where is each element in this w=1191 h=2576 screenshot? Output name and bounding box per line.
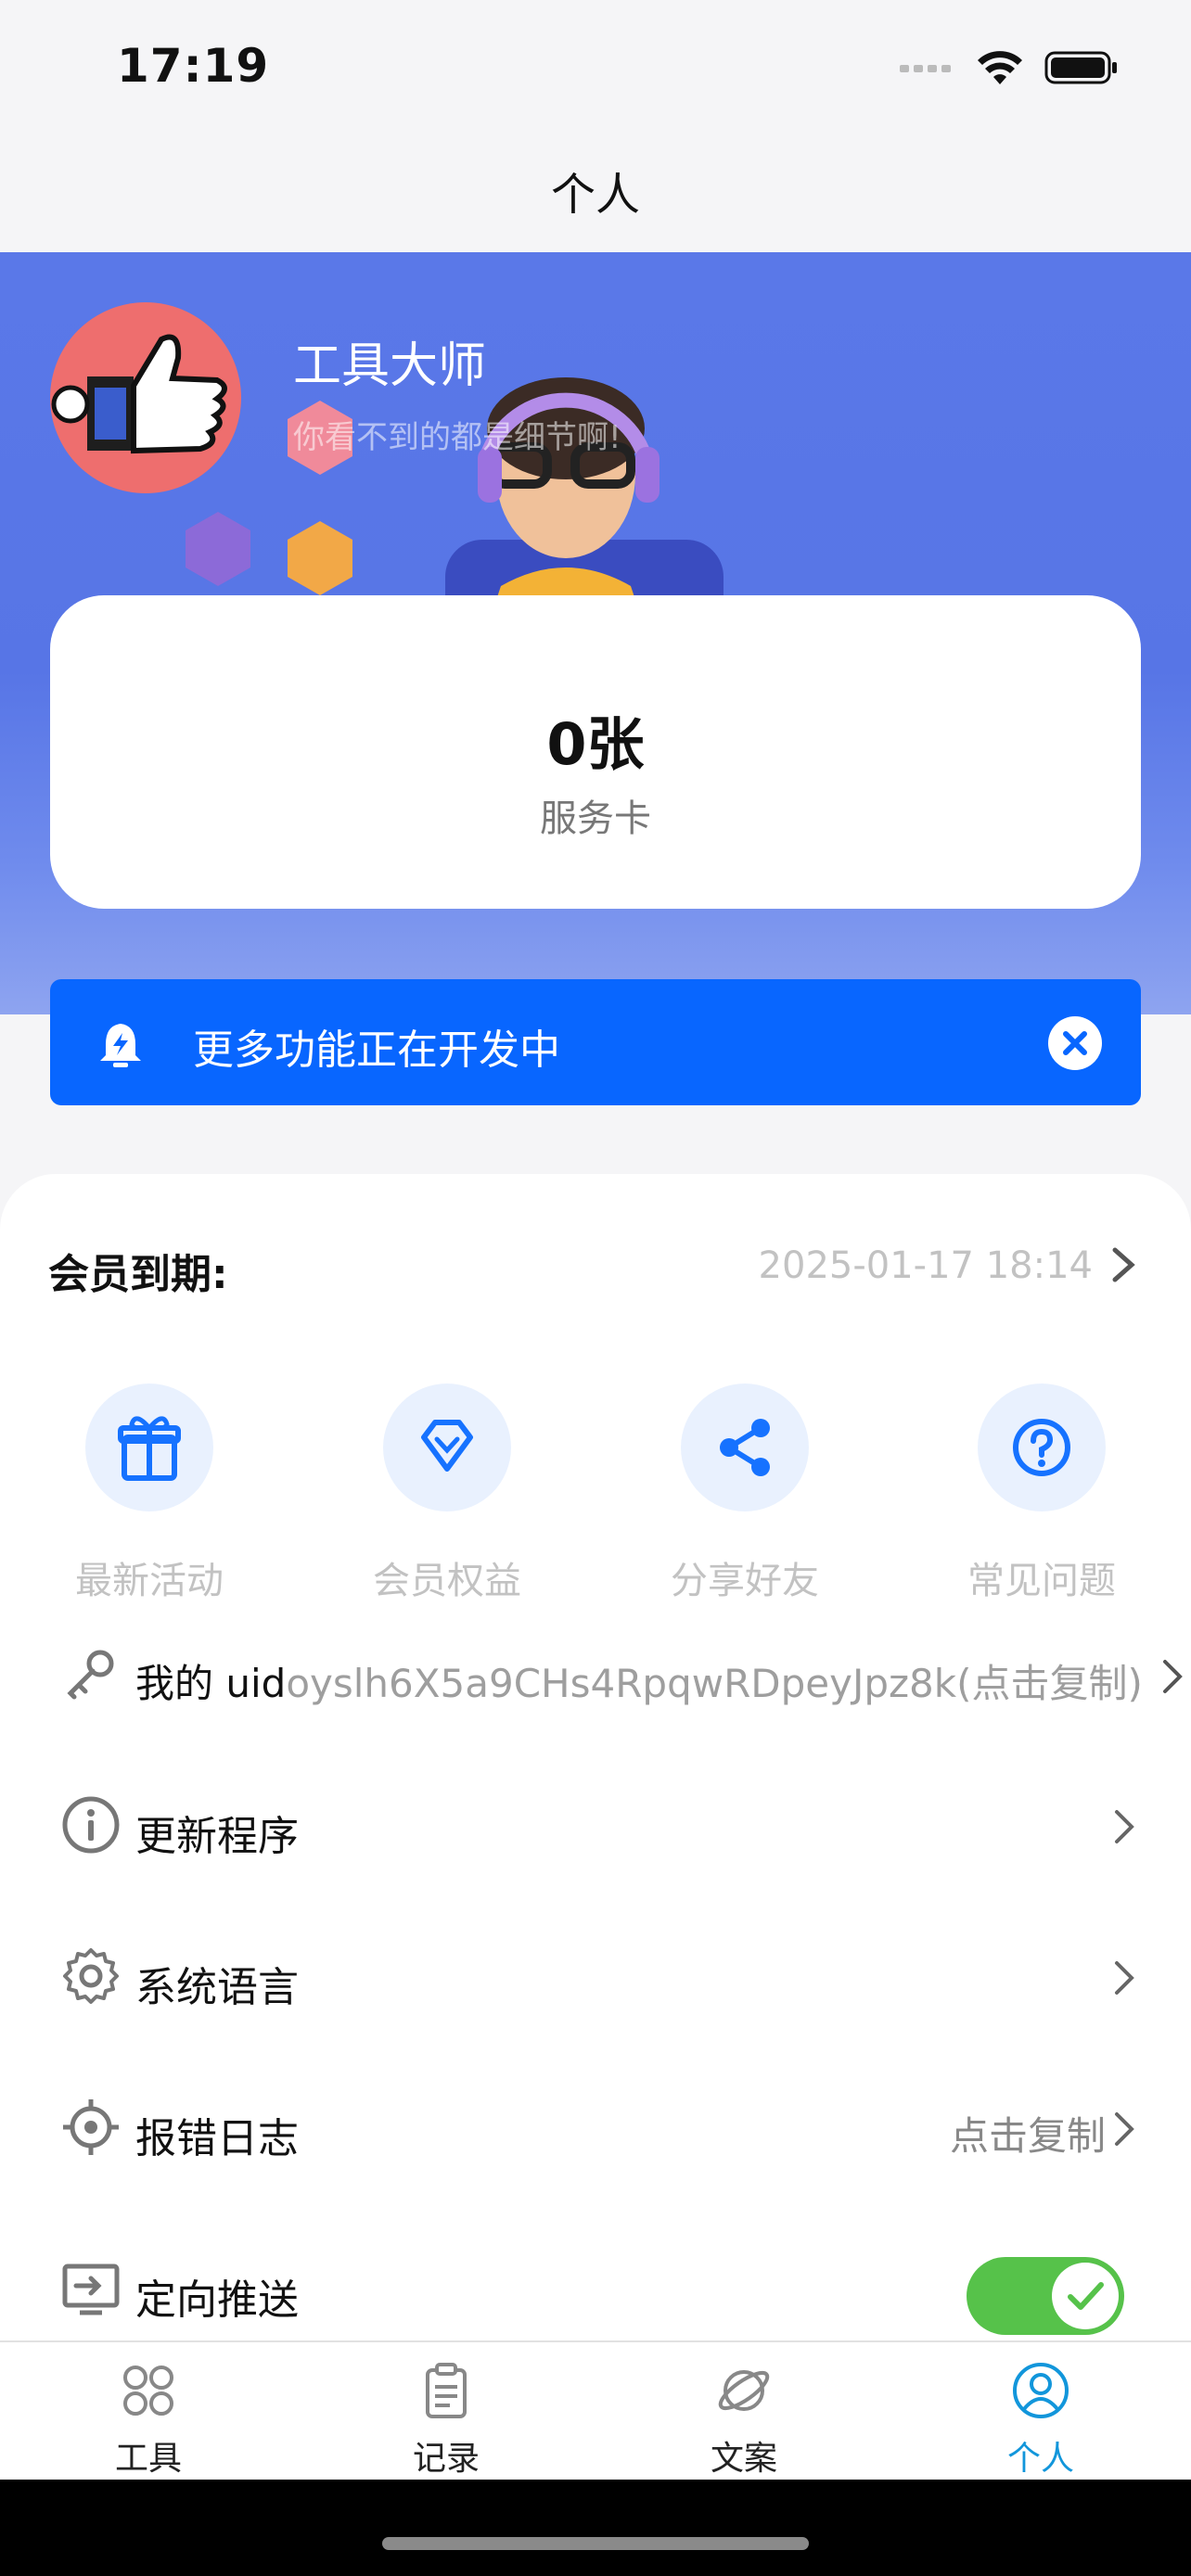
membership-date[interactable]: 2025-01-17 18:14 [759, 1244, 1093, 1287]
close-icon [1063, 1031, 1087, 1055]
feature-label: 会员权益 [373, 1560, 521, 1602]
wifi-icon [978, 51, 1022, 84]
tab-tools[interactable]: 工具 [56, 2361, 241, 2480]
notice-banner: 更多功能正在开发中 [50, 979, 1141, 1105]
tab-bar: 工具 记录 文案 个人 [0, 2340, 1191, 2481]
avatar[interactable] [50, 302, 241, 493]
feature-share-friends[interactable]: 分享好友 [643, 1384, 847, 1604]
service-card-label: 服务卡 [540, 797, 651, 840]
home-indicator[interactable] [382, 2537, 809, 2550]
feature-label: 最新活动 [75, 1560, 224, 1602]
question-icon [1013, 1419, 1070, 1476]
signal-icon [900, 65, 951, 72]
feature-faq[interactable]: 常见问题 [940, 1384, 1144, 1604]
status-icons [900, 45, 1119, 91]
profile-hero: 工具大师 你看不到的都是细节啊! 0张 服务卡 [0, 252, 1191, 1014]
system-language-row[interactable]: 系统语言 [0, 1926, 1191, 2028]
chevron-right-icon [1115, 1961, 1134, 1995]
share-icon [720, 1419, 770, 1476]
service-card-count: 0张 [546, 710, 645, 778]
tab-label: 个人 [1006, 2440, 1074, 2478]
copy-error-log-button[interactable]: 点击复制 [950, 2105, 1106, 2162]
gift-icon [118, 1416, 181, 1481]
tab-personal[interactable]: 个人 [948, 2361, 1133, 2480]
status-time: 17:19 [117, 39, 270, 93]
gear-icon [63, 1948, 119, 2004]
tab-copywriting[interactable]: 文案 [651, 2361, 837, 2480]
update-program-row[interactable]: 更新程序 [0, 1775, 1191, 1877]
chevron-right-icon [1163, 1660, 1183, 1693]
bell-icon [100, 1024, 141, 1067]
diamond-icon [421, 1420, 473, 1472]
user-slogan: 你看不到的都是细节啊! [293, 419, 621, 456]
battery-icon [1044, 51, 1117, 84]
planet-icon [718, 2370, 770, 2411]
chevron-right-icon [1115, 2112, 1134, 2146]
tab-label: 文案 [710, 2440, 777, 2478]
uid-row[interactable]: 我的 uidoyslh6X5a9CHs4RpqwRDpeyJpz8k(点击复制) [0, 1625, 1191, 1727]
info-icon [62, 1796, 120, 1854]
chevron-right-icon [1115, 1810, 1134, 1843]
target-icon [63, 2099, 119, 2155]
error-log-label: 报错日志 [135, 2115, 299, 2162]
tab-records[interactable]: 记录 [353, 2361, 539, 2480]
close-notice-button[interactable] [1048, 1016, 1102, 1070]
service-card-summary[interactable]: 0张 服务卡 [50, 595, 1141, 909]
feature-member-benefits[interactable]: 会员权益 [345, 1384, 549, 1604]
targeted-push-row: 定向推送 [0, 2238, 1191, 2340]
feature-latest-activity[interactable]: 最新活动 [47, 1384, 251, 1604]
tab-label: 工具 [114, 2440, 182, 2478]
page-title: 个人 [550, 169, 640, 221]
error-log-row[interactable]: 报错日志 点击复制 [0, 2077, 1191, 2179]
clipboard-icon [426, 2363, 467, 2418]
targeted-push-toggle[interactable] [967, 2257, 1124, 2335]
notice-text: 更多功能正在开发中 [193, 1027, 560, 1074]
system-language-label: 系统语言 [135, 1964, 299, 2011]
membership-label: 会员到期: [48, 1251, 228, 1298]
checkmark-icon [1068, 2282, 1104, 2310]
grid-icon [123, 2366, 173, 2416]
user-icon [1013, 2363, 1069, 2418]
key-icon [67, 1650, 114, 1700]
feature-label: 常见问题 [967, 1560, 1116, 1602]
chevron-right-icon[interactable] [1109, 1246, 1137, 1283]
user-name: 工具大师 [293, 338, 487, 394]
home-indicator-area [0, 2480, 1191, 2576]
update-program-label: 更新程序 [135, 1813, 299, 1860]
screen-push-icon [62, 2264, 120, 2315]
hero-illustration [186, 377, 928, 642]
thumbs-up-icon [51, 334, 227, 454]
uid-value[interactable]: oyslh6X5a9CHs4RpqwRDpeyJpz8k(点击复制) [286, 1661, 1143, 1706]
feature-label: 分享好友 [671, 1560, 819, 1602]
uid-label: 我的 uid [135, 1661, 287, 1706]
targeted-push-label: 定向推送 [135, 2276, 299, 2324]
tab-label: 记录 [412, 2440, 480, 2478]
